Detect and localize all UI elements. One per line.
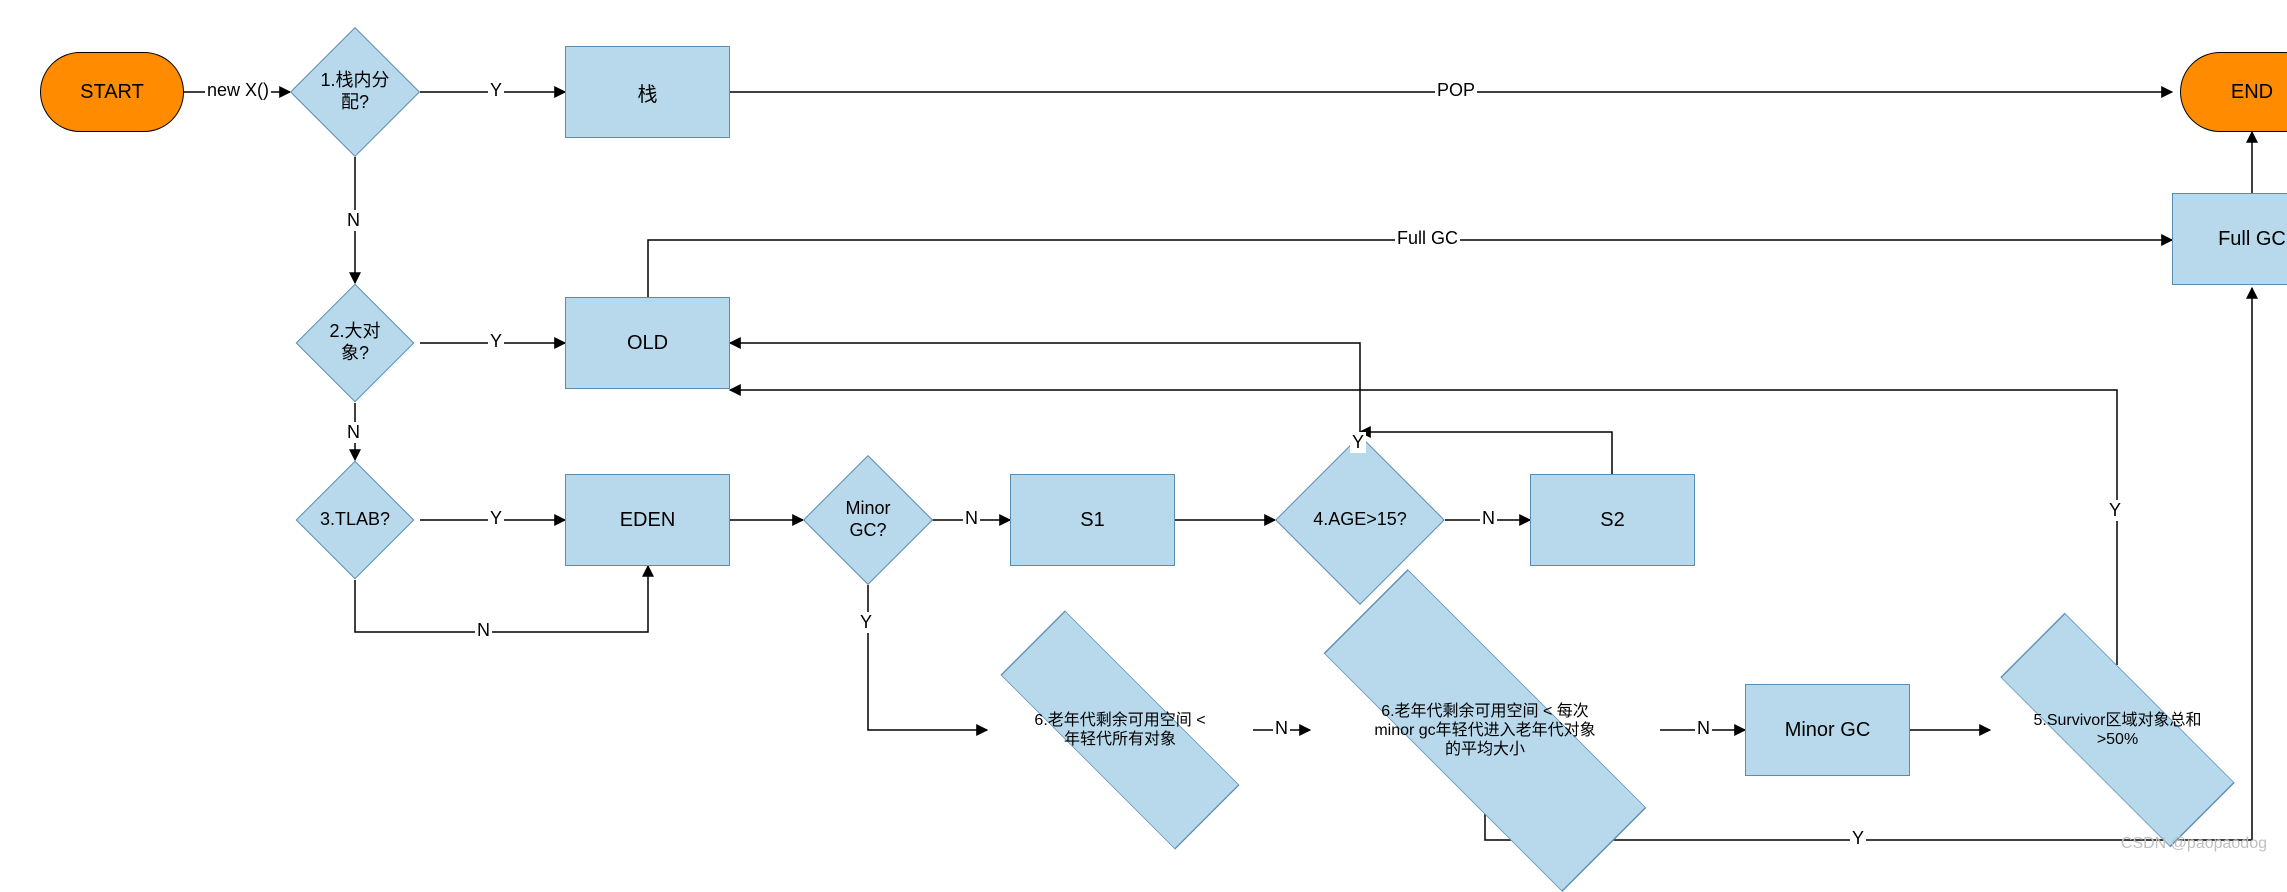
start-terminator: START <box>40 52 184 132</box>
process-stack-label: 栈 <box>638 78 658 107</box>
decision-old-space-a: 6.老年代剩余可用空间 < 年轻代所有对象 <box>1025 665 1215 795</box>
process-s1: S1 <box>1010 474 1175 566</box>
edge-newx: new X() <box>205 80 271 101</box>
process-old: OLD <box>565 297 730 389</box>
edge-minorq-y: Y <box>858 612 874 633</box>
decision-big-object: 2.大对象? <box>313 301 397 385</box>
end-terminator: END <box>2180 52 2287 132</box>
edge-d2-n: N <box>345 422 362 443</box>
decision-survivor: 5.Survivor区域对象总和>50% <box>2025 665 2210 795</box>
edge-d6b-y: Y <box>1850 828 1866 849</box>
watermark: CSDN @paopaodog <box>2121 835 2267 853</box>
edge-old-fullgc: Full GC <box>1395 228 1460 249</box>
decision-big-object-label: 2.大对象? <box>313 301 397 385</box>
edge-d3-n: N <box>475 620 492 641</box>
edge-minorq-n: N <box>963 508 980 529</box>
edge-d6a-n: N <box>1273 718 1290 739</box>
decision-tlab-label: 3.TLAB? <box>313 478 397 562</box>
decision-age: 4.AGE>15? <box>1300 460 1420 580</box>
process-stack: 栈 <box>565 46 730 138</box>
process-s2: S2 <box>1530 474 1695 566</box>
decision-survivor-label: 5.Survivor区域对象总和>50% <box>2025 665 2210 795</box>
edge-d3-y: Y <box>488 508 504 529</box>
decision-stack-alloc-label: 1.栈内分配? <box>309 46 401 138</box>
process-s2-label: S2 <box>1600 509 1624 532</box>
decision-stack-alloc: 1.栈内分配? <box>309 46 401 138</box>
decision-age-label: 4.AGE>15? <box>1300 460 1420 580</box>
process-minor-gc-label: Minor GC <box>1785 719 1871 742</box>
process-s1-label: S1 <box>1080 509 1104 532</box>
edge-age-y: Y <box>1350 432 1366 453</box>
start-label: START <box>80 81 144 104</box>
edge-d6b-n: N <box>1695 718 1712 739</box>
decision-old-space-b-label: 6.老年代剩余可用空间 < 每次minor gc年轻代进入老年代对象的平均大小 <box>1360 648 1610 813</box>
decision-tlab: 3.TLAB? <box>313 478 397 562</box>
edge-age-n: N <box>1480 508 1497 529</box>
decision-minor-gc: Minor GC? <box>822 474 914 566</box>
process-old-label: OLD <box>627 332 668 355</box>
end-label: END <box>2231 81 2273 104</box>
decision-old-space-b: 6.老年代剩余可用空间 < 每次minor gc年轻代进入老年代对象的平均大小 <box>1360 648 1610 813</box>
decision-minor-gc-label: Minor GC? <box>822 474 914 566</box>
process-eden-label: EDEN <box>620 509 676 532</box>
decision-old-space-a-label: 6.老年代剩余可用空间 < 年轻代所有对象 <box>1025 665 1215 795</box>
edge-d5-y: Y <box>2107 500 2123 521</box>
process-full-gc: Full GC <box>2172 193 2287 285</box>
edge-d1-y: Y <box>488 80 504 101</box>
process-minor-gc: Minor GC <box>1745 684 1910 776</box>
edge-pop: POP <box>1435 80 1477 101</box>
edge-d1-n: N <box>345 210 362 231</box>
flowchart-canvas: START END 1.栈内分配? 2.大对象? 3.TLAB? Minor G… <box>0 0 2287 863</box>
process-eden: EDEN <box>565 474 730 566</box>
edge-d2-y: Y <box>488 331 504 352</box>
process-full-gc-label: Full GC <box>2218 228 2286 251</box>
